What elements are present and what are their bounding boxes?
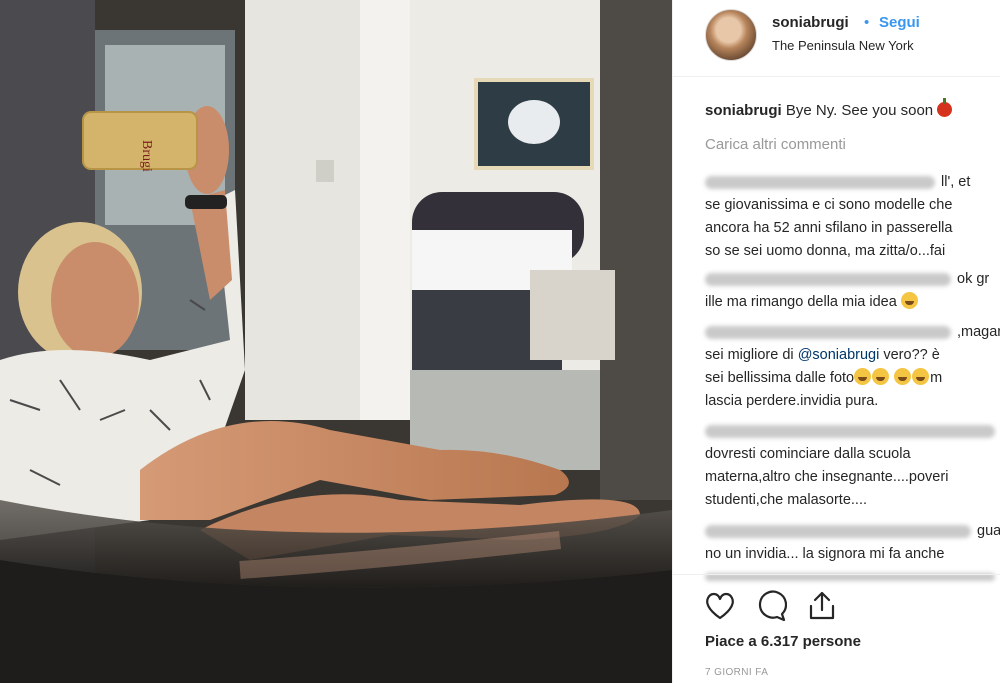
post-actions: Piace a 6.317 persone 7 GIORNI FA <box>673 574 1000 683</box>
blurred-username <box>705 524 971 538</box>
comment-line: ll', et <box>941 174 971 190</box>
post-date[interactable]: 7 GIORNI FA <box>705 667 768 678</box>
comment-line: dovresti cominciare dalla scuola <box>705 446 911 462</box>
post-header: soniabrugi • Segui The Peninsula New Yor… <box>673 0 1000 77</box>
comment: ok gr ille ma rimango della mia idea <box>705 268 989 314</box>
comment-line: ok gr <box>957 271 990 287</box>
blurred-username <box>705 325 951 339</box>
comment: ll', et se giovanissima e ci sono modell… <box>705 171 970 263</box>
svg-text:Brugi: Brugi <box>139 140 154 172</box>
caption: soniabrugi Bye Ny. See you soon <box>705 98 953 119</box>
comment-line: ille ma rimango della mia idea <box>705 294 897 310</box>
share-icon[interactable] <box>805 589 839 623</box>
avatar[interactable] <box>705 9 757 61</box>
post-photo[interactable]: Brugi <box>0 0 672 683</box>
laugh-emoji-icon <box>894 368 912 385</box>
location-link[interactable]: The Peninsula New York <box>772 38 914 53</box>
comment-line: ,magar <box>957 324 1000 340</box>
comment-line: no un invidia... la signora mi fa anche <box>705 546 945 562</box>
blurred-username <box>705 175 935 189</box>
apple-emoji-icon <box>937 98 953 117</box>
post-details-panel: soniabrugi • Segui The Peninsula New Yor… <box>672 0 1000 683</box>
comment-line: se giovanissima e ci sono modelle che <box>705 197 953 213</box>
comment-line: lascia perdere.invidia pura. <box>705 393 879 409</box>
blurred-username <box>705 424 995 438</box>
caption-text: Bye Ny. See you soon <box>785 102 934 119</box>
comment: dovresti cominciare dalla scuola materna… <box>705 420 1000 512</box>
comment-line: ancora ha 52 anni sfilano in passerella <box>705 220 953 236</box>
comment-line: vero?? è <box>883 347 940 363</box>
separator-dot: • <box>864 14 870 31</box>
comment-line: so se sei uomo donna, ma zitta/o...fai <box>705 243 946 259</box>
grin-emoji-icon <box>900 292 918 309</box>
comment-line: sei bellissima dalle foto <box>705 370 855 386</box>
comment-line: gua <box>977 523 1000 539</box>
load-more-comments-button[interactable]: Carica altri commenti <box>705 136 846 153</box>
selfie-mirror-photo: Brugi <box>0 0 672 683</box>
caption-username[interactable]: soniabrugi <box>705 102 782 119</box>
laugh-emoji-icon <box>872 368 890 385</box>
laugh-emoji-icon <box>912 368 930 385</box>
comment-line: studenti,che malasorte.... <box>705 492 867 508</box>
comment-icon[interactable] <box>753 589 787 623</box>
comment: ,magar sei migliore di @soniabrugi vero?… <box>705 321 1000 413</box>
comment-line: m <box>930 370 943 386</box>
comment-line: materna,altro che insegnante....poveri <box>705 469 949 485</box>
comment-line: sei migliore di <box>705 347 794 363</box>
blurred-username <box>705 272 951 286</box>
phone-case-text: Brugi <box>139 140 154 172</box>
heart-icon[interactable] <box>703 589 737 623</box>
username-link[interactable]: soniabrugi <box>772 14 849 31</box>
likes-count[interactable]: Piace a 6.317 persone <box>705 633 861 650</box>
mention-link[interactable]: @soniabrugi <box>798 347 880 363</box>
laugh-emoji-icon <box>854 368 872 385</box>
follow-button[interactable]: Segui <box>879 14 920 31</box>
